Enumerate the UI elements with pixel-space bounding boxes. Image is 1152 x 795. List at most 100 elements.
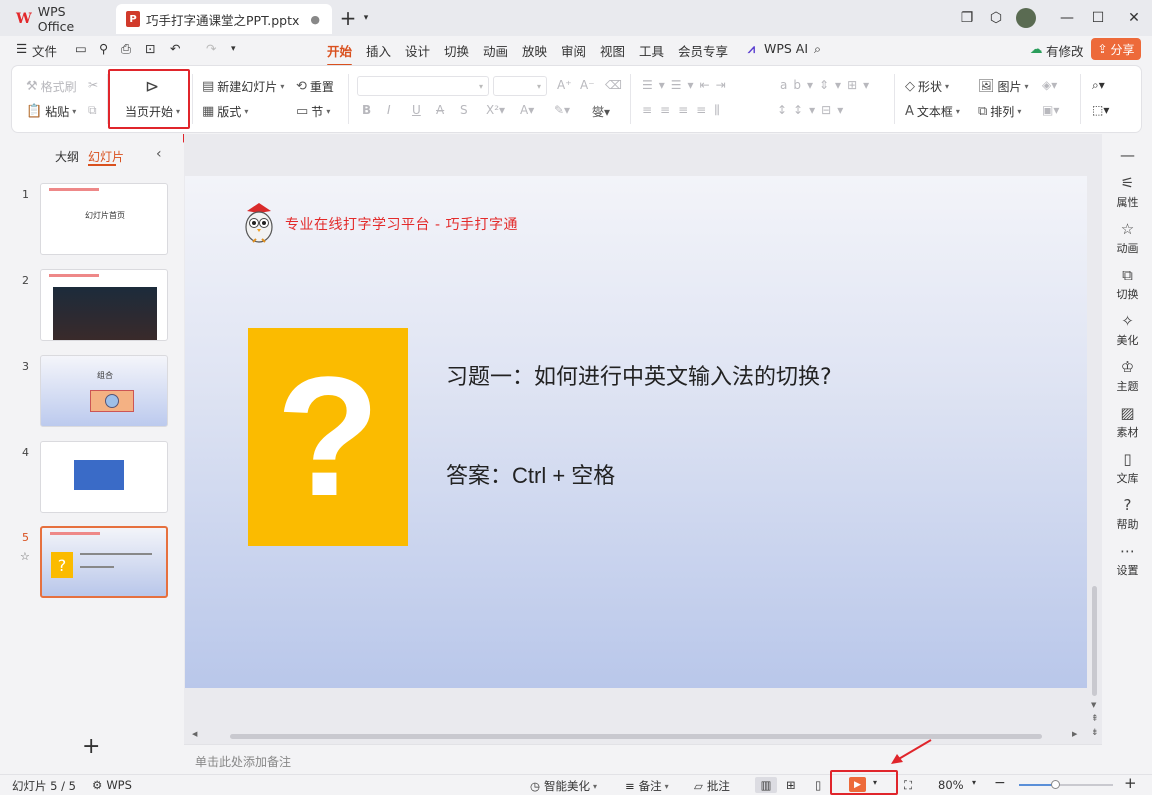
fit-window-icon[interactable]: ⛶ xyxy=(904,778,912,793)
next-slide-icon[interactable]: ⇟ xyxy=(1091,728,1099,738)
star-icon[interactable]: ☆ xyxy=(20,550,30,563)
menu-icon[interactable]: ☰ xyxy=(16,41,27,56)
clear-format-icon[interactable]: ⌫ xyxy=(605,78,622,92)
pin-icon[interactable]: ⚲ xyxy=(99,41,108,56)
zoom-in-button[interactable]: + xyxy=(1124,774,1137,792)
tab-animation[interactable]: 动画 xyxy=(483,41,508,60)
prev-slide-icon[interactable]: ⇞ xyxy=(1091,714,1099,724)
maximize-icon[interactable]: ☐ xyxy=(1088,8,1108,28)
sidebar-properties[interactable]: ⚟ 属性 xyxy=(1103,174,1152,210)
tab-document[interactable]: P 巧手打字通课堂之PPT.pptx ● xyxy=(116,4,332,34)
tab-start[interactable]: 开始 xyxy=(327,41,353,66)
sidebar-library[interactable]: ▯ 文库 xyxy=(1103,450,1152,486)
superscript-icon[interactable]: X²▾ xyxy=(486,103,505,117)
underline-icon[interactable]: U xyxy=(412,103,421,117)
sidebar-collapse-icon[interactable]: — xyxy=(1103,146,1152,166)
cut-icon[interactable]: ✂ xyxy=(88,78,98,92)
tab-close-icon[interactable]: ● xyxy=(310,13,320,26)
collapse-panel-icon[interactable]: ‹ xyxy=(156,146,162,162)
save-icon[interactable]: ▭ xyxy=(75,41,87,56)
slide-thumbnail-4[interactable] xyxy=(40,441,168,513)
font-shrink-icon[interactable]: A⁻ xyxy=(580,78,595,92)
font-size-select[interactable]: ▾ xyxy=(493,76,547,96)
shadow-icon[interactable]: S xyxy=(460,103,468,117)
section-button[interactable]: ▭ 节 ▾ xyxy=(296,103,330,120)
new-tab-button[interactable]: + xyxy=(338,6,358,30)
zoom-level[interactable]: 80% xyxy=(938,778,964,792)
notes-button[interactable]: ≡ 备注 ▾ xyxy=(625,778,669,794)
share-button[interactable]: ⇪ 分享 xyxy=(1091,38,1141,60)
sidebar-theme[interactable]: ♔ 主题 xyxy=(1103,358,1152,394)
tab-wps-home[interactable]: W WPS Office xyxy=(6,4,111,34)
slide-thumbnail-5[interactable]: ? xyxy=(40,526,168,598)
tab-member[interactable]: 会员专享 xyxy=(678,41,728,60)
text-direction-icons[interactable]: ab▾⇕▾⊞▾ xyxy=(780,78,875,92)
italic-icon[interactable]: I xyxy=(387,103,391,117)
search-icon[interactable]: ⌕ xyxy=(814,41,821,57)
sidebar-animation[interactable]: ☆ 动画 xyxy=(1103,220,1152,256)
zoom-slider-handle[interactable] xyxy=(1051,780,1060,789)
tab-review[interactable]: 审阅 xyxy=(561,41,586,60)
avatar[interactable] xyxy=(1016,8,1036,28)
outline-icon[interactable]: ▣▾ xyxy=(1042,103,1059,117)
reading-view-icon[interactable]: ▯ xyxy=(815,778,821,792)
tab-design[interactable]: 设计 xyxy=(405,41,430,60)
cube-icon[interactable]: ⬡ xyxy=(986,8,1006,28)
reset-button[interactable]: ⟲ 重置 xyxy=(296,78,334,95)
outline-tab[interactable]: 大纲 xyxy=(55,148,79,165)
chevron-down-icon[interactable]: ▾ xyxy=(356,8,376,28)
arrange-button[interactable]: ⧉ 排列 ▾ xyxy=(978,103,1021,120)
font-family-select[interactable]: ▾ xyxy=(357,76,489,96)
shape-button[interactable]: ◇ 形状 ▾ xyxy=(905,78,949,95)
spacing-icons[interactable]: ↕↕▾⊟▾ xyxy=(777,103,849,117)
restore-window-icon[interactable]: ❐ xyxy=(957,8,977,28)
scroll-right-icon[interactable]: ▶ xyxy=(1072,730,1077,738)
chinese-layout-icon[interactable]: 燮▾ xyxy=(592,103,610,120)
paste-button[interactable]: 📋 粘贴 ▾ xyxy=(26,103,76,120)
chevron-down-icon[interactable]: ▾ xyxy=(231,44,236,54)
vertical-scrollbar[interactable]: ▼ ⇞ ⇟ xyxy=(1091,136,1099,738)
font-color-icon[interactable]: A▾ xyxy=(520,103,534,117)
wps-ai-button[interactable]: WPS AI xyxy=(764,41,808,56)
font-grow-icon[interactable]: A⁺ xyxy=(557,78,572,92)
scroll-down-icon[interactable]: ▼ xyxy=(1091,701,1096,709)
horizontal-scrollbar[interactable]: ◀ ▶ xyxy=(192,730,1082,740)
copy-icon[interactable]: ⧉ xyxy=(88,103,97,118)
sidebar-material[interactable]: ▨ 素材 xyxy=(1103,404,1152,440)
format-painter-button[interactable]: ⚒ 格式刷 xyxy=(26,78,77,95)
normal-view-icon[interactable]: ▥ xyxy=(755,777,777,793)
tab-transition[interactable]: 切换 xyxy=(444,41,469,60)
slides-tab[interactable]: 幻灯片 xyxy=(88,148,124,165)
wps-status[interactable]: ⚙ WPS xyxy=(92,778,132,792)
layout-button[interactable]: ▦ 版式 ▾ xyxy=(202,103,248,120)
grid-view-icon[interactable]: ⊞ xyxy=(786,778,796,792)
select-icon[interactable]: ⬚▾ xyxy=(1092,103,1109,117)
new-slide-button[interactable]: ▤ 新建幻灯片 ▾ xyxy=(202,78,284,95)
tab-tools[interactable]: 工具 xyxy=(639,41,664,60)
zoom-out-button[interactable]: − xyxy=(994,775,1006,791)
question-text[interactable]: 习题一：如何进行中英文输入法的切换? xyxy=(446,359,832,391)
sidebar-transition[interactable]: ⧉ 切换 xyxy=(1103,266,1152,302)
tab-insert[interactable]: 插入 xyxy=(366,41,391,60)
print-icon[interactable]: ⎙ xyxy=(121,41,131,57)
slide-5[interactable]: 专业在线打字学习平台 - 巧手打字通 ? 习题一：如何进行中英文输入法的切换? … xyxy=(185,176,1087,688)
tab-slideshow[interactable]: 放映 xyxy=(522,41,547,60)
scroll-thumb[interactable] xyxy=(1092,586,1097,696)
menu-file[interactable]: 文件 xyxy=(32,41,57,60)
sidebar-beautify[interactable]: ✧ 美化 xyxy=(1103,312,1152,348)
sidebar-help[interactable]: ? 帮助 xyxy=(1103,496,1152,532)
comment-button[interactable]: ▱ 批注 xyxy=(694,778,730,794)
image-button[interactable]: 🖼 图片 ▾ xyxy=(978,78,1029,95)
scroll-left-icon[interactable]: ◀ xyxy=(192,730,197,738)
revise-status[interactable]: 有修改 xyxy=(1046,41,1084,60)
minimize-icon[interactable]: — xyxy=(1057,8,1077,28)
print-preview-icon[interactable]: ⊡ xyxy=(145,41,155,56)
alignment-icons[interactable]: ≡≡≡≡⫼ xyxy=(642,103,728,118)
smart-beautify-button[interactable]: ◷ 智能美化 ▾ xyxy=(530,778,597,794)
slide-thumbnail-1[interactable]: 幻灯片首页 xyxy=(40,183,168,255)
notes-pane[interactable]: 单击此处添加备注 xyxy=(184,744,1102,774)
add-slide-button[interactable]: + xyxy=(82,734,100,759)
textbox-button[interactable]: A 文本框 ▾ xyxy=(905,103,960,120)
highlight-icon[interactable]: ✎▾ xyxy=(554,103,570,117)
question-mark-image[interactable]: ? xyxy=(248,328,408,546)
